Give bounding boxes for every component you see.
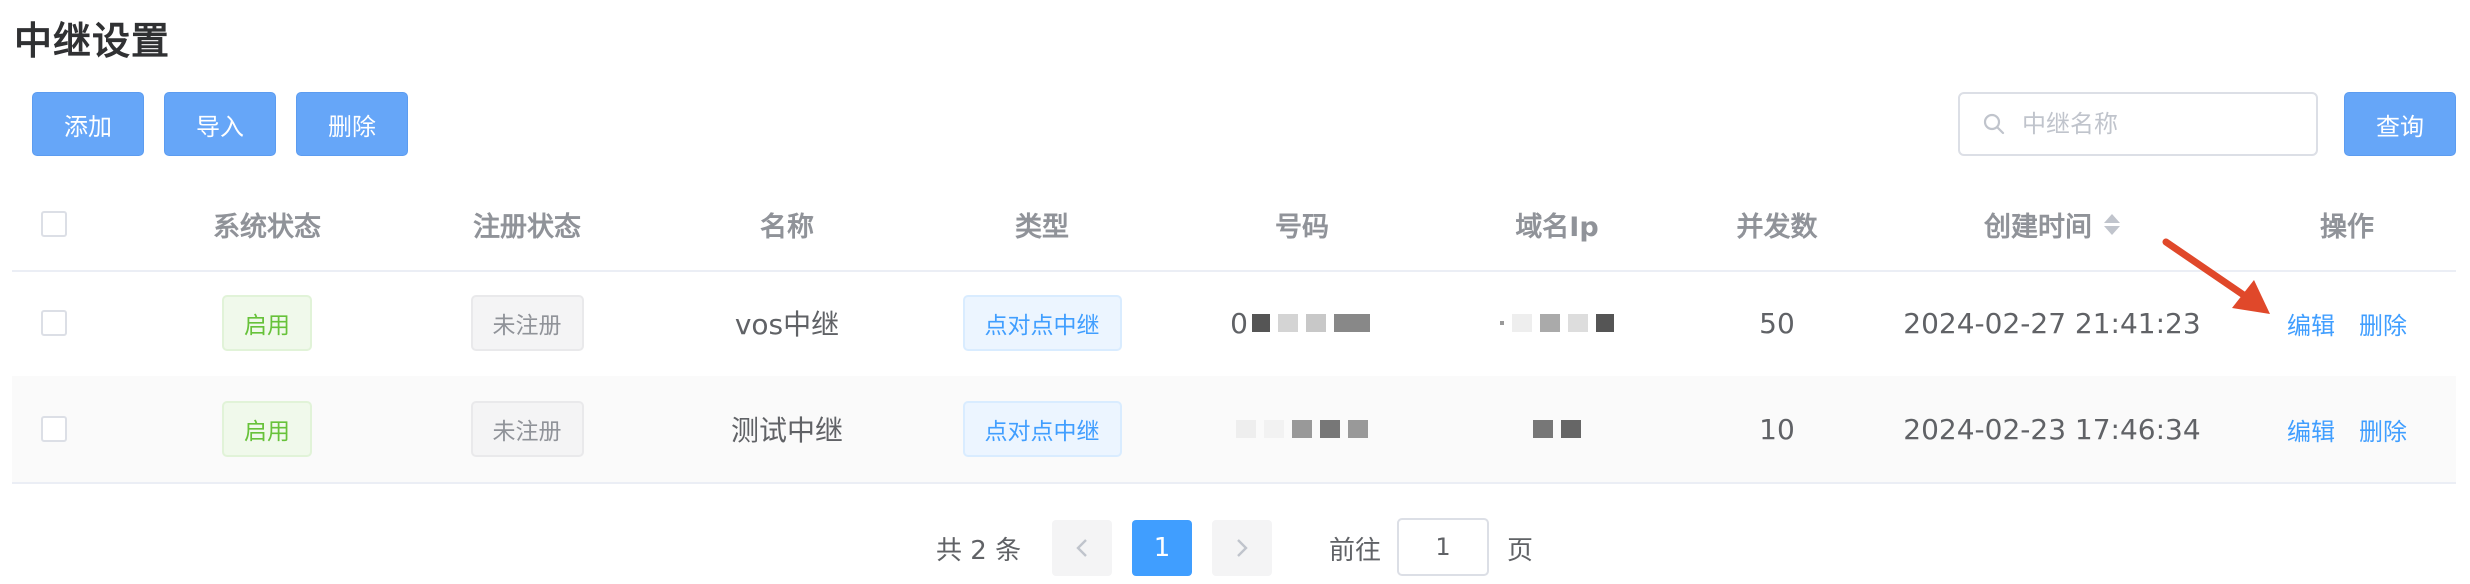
annotation-arrow-icon	[2162, 238, 2270, 314]
chevron-right-icon	[1237, 539, 1248, 557]
pagination-total: 共 2 条	[936, 536, 1022, 566]
concurrency-value: 50	[1759, 306, 1795, 340]
redacted-block	[1277, 314, 1298, 332]
import-button[interactable]: 导入	[164, 92, 276, 156]
concurrency-value: 10	[1759, 412, 1795, 446]
edit-link[interactable]: 编辑	[2287, 412, 2335, 447]
redacted-block	[1512, 314, 1532, 332]
pagination: 共 2 条 1 前往 1 页	[0, 518, 2470, 576]
redacted-block	[1251, 314, 1270, 332]
redacted-block	[1348, 420, 1368, 438]
redacted-block	[1561, 420, 1581, 438]
table-header-row: 系统状态 注册状态 名称 类型 号码 域名Ip 并发数 创建时间 操作	[12, 178, 2456, 272]
page-number-current[interactable]: 1	[1132, 520, 1192, 576]
goto-page-input[interactable]: 1	[1397, 518, 1489, 576]
header-system-status: 系统状态	[213, 211, 321, 243]
select-all-checkbox[interactable]	[41, 211, 67, 237]
redacted-block	[1500, 321, 1504, 325]
sort-icon[interactable]	[2104, 213, 2120, 235]
next-page-button[interactable]	[1212, 520, 1272, 576]
type-tag: 点对点中继	[962, 401, 1122, 457]
type-tag: 点对点中继	[962, 295, 1122, 351]
search-field[interactable]	[1958, 92, 2318, 156]
redacted-block	[1568, 314, 1588, 332]
chevron-left-icon	[1076, 539, 1087, 557]
header-name: 名称	[760, 211, 814, 243]
row-checkbox[interactable]	[41, 416, 67, 442]
delete-link[interactable]: 删除	[2359, 306, 2407, 341]
redacted-block	[1320, 420, 1340, 438]
number-cell: 0	[1177, 270, 1427, 376]
table-row: 启用 未注册 测试中继 点对点中继 10 2024-02-23 17:46:34…	[12, 376, 2456, 484]
prev-page-button[interactable]	[1052, 520, 1112, 576]
redacted-block	[1596, 314, 1614, 332]
header-concurrency: 并发数	[1736, 211, 1818, 243]
redacted-block	[1236, 420, 1256, 438]
system-status-tag: 启用	[222, 401, 312, 457]
add-button[interactable]: 添加	[32, 92, 144, 156]
redacted-block	[1264, 420, 1284, 438]
edit-link[interactable]: 编辑	[2287, 306, 2335, 341]
header-created-time-label: 创建时间	[1984, 211, 2092, 243]
redacted-block	[1305, 314, 1326, 332]
domain-ip-cell	[1432, 270, 1682, 376]
page-title: 中继设置	[14, 19, 171, 63]
trunk-name: vos中继	[734, 308, 840, 341]
trunk-name: 测试中继	[730, 414, 843, 447]
search-input[interactable]	[2020, 109, 2304, 139]
register-status-tag: 未注册	[470, 295, 584, 351]
domain-ip-cell	[1432, 376, 1682, 482]
table-row: 启用 未注册 vos中继 点对点中继 0 50 2024-02-27 21:41…	[12, 270, 2456, 378]
redacted-block	[1333, 314, 1370, 332]
header-type: 类型	[1015, 211, 1069, 243]
goto-label: 前往	[1329, 536, 1382, 566]
delete-link[interactable]: 删除	[2359, 412, 2407, 447]
number-cell	[1177, 376, 1427, 482]
page-suffix: 页	[1507, 536, 1534, 566]
register-status-tag: 未注册	[470, 401, 584, 457]
query-button[interactable]: 查询	[2344, 92, 2456, 156]
redacted-block	[1533, 420, 1553, 438]
delete-button[interactable]: 删除	[296, 92, 408, 156]
row-checkbox[interactable]	[41, 310, 67, 336]
header-register-status: 注册状态	[473, 211, 581, 243]
redacted-block	[1540, 314, 1560, 332]
created-time-value: 2024-02-23 17:46:34	[1903, 412, 2201, 446]
search-icon	[1983, 113, 2005, 135]
number-value: 0	[1230, 306, 1248, 340]
system-status-tag: 启用	[222, 295, 312, 351]
redacted-block	[1292, 420, 1312, 438]
header-number: 号码	[1275, 211, 1329, 243]
header-domain-ip: 域名Ip	[1515, 211, 1599, 243]
